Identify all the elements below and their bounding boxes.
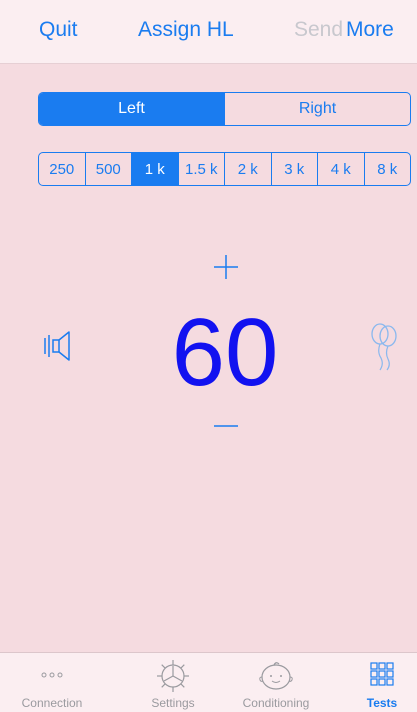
frequency-selector: 250 500 1 k 1.5 k 2 k 3 k 4 k 8 k — [38, 152, 411, 186]
navigation-bar: Quit Assign HL Send More — [0, 0, 417, 64]
tab-label-conditioning: Conditioning — [242, 696, 310, 710]
dots-icon — [37, 659, 67, 694]
frequency-option-2k[interactable]: 2 k — [224, 153, 271, 185]
speaker-icon[interactable] — [43, 328, 75, 364]
grid-icon — [367, 659, 397, 694]
frequency-option-1-5k[interactable]: 1.5 k — [177, 153, 225, 185]
page-title: Assign HL — [138, 18, 234, 41]
more-button[interactable]: More — [346, 18, 394, 42]
frequency-option-4k[interactable]: 4 k — [317, 153, 364, 185]
frequency-option-3k[interactable]: 3 k — [270, 153, 318, 185]
ear-option-right[interactable]: Right — [224, 93, 410, 125]
tab-label-settings: Settings — [151, 696, 195, 710]
ear-selector: Left Right — [38, 92, 411, 126]
baby-face-icon — [256, 659, 296, 698]
tab-label-connection: Connection — [21, 696, 83, 710]
tab-bar: Connection Settings Conditioning Tests — [0, 652, 417, 712]
tab-connection[interactable]: Connection — [0, 653, 104, 712]
tab-conditioning[interactable]: Conditioning — [224, 653, 328, 712]
plus-icon — [214, 255, 238, 279]
hearing-level-value: 60 — [171, 299, 279, 406]
send-button[interactable]: Send — [294, 18, 343, 42]
ear-option-left[interactable]: Left — [39, 93, 224, 125]
tab-settings[interactable]: Settings — [121, 653, 225, 712]
tab-label-tests: Tests — [366, 696, 398, 710]
frequency-option-1k[interactable]: 1 k — [131, 153, 178, 185]
tab-tests[interactable]: Tests — [330, 653, 417, 712]
decrease-level-button[interactable] — [211, 416, 241, 436]
frequency-option-250[interactable]: 250 — [39, 153, 85, 185]
frequency-option-500[interactable]: 500 — [84, 153, 132, 185]
increase-level-button[interactable] — [211, 252, 241, 282]
frequency-option-8k[interactable]: 8 k — [363, 153, 411, 185]
quit-button[interactable]: Quit — [39, 18, 78, 42]
minus-icon — [214, 425, 238, 427]
balloon-icon[interactable] — [368, 322, 400, 372]
gear-icon — [156, 659, 190, 698]
